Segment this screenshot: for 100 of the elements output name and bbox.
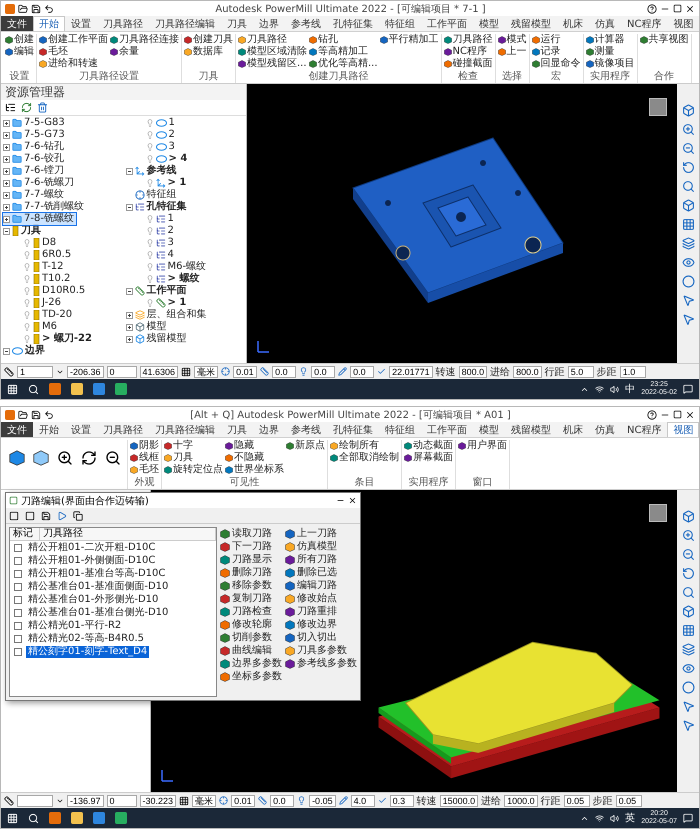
side-button[interactable]: 刀路重排	[285, 605, 357, 618]
search-icon[interactable]	[28, 384, 39, 394]
tree-item[interactable]: 7-6-铰孔	[3, 153, 66, 165]
grid-icon[interactable]	[181, 366, 192, 376]
bulb-icon[interactable]	[23, 275, 31, 283]
side-button[interactable]: 刀路检查	[220, 605, 282, 618]
tree-item[interactable]: 边界	[3, 345, 47, 357]
ribbon-button[interactable]: 十字	[164, 440, 223, 452]
ribbon-button[interactable]: 世界坐标系	[225, 464, 284, 476]
bulb-icon[interactable]	[146, 179, 154, 187]
ribbon-button[interactable]: 创建刀具	[184, 34, 233, 46]
rotate-icon[interactable]	[682, 567, 694, 580]
tree-item[interactable]: 6R0.5	[14, 249, 74, 261]
value-field[interactable]: 0.0	[311, 366, 336, 378]
ribbon-button[interactable]: 余量	[110, 46, 179, 58]
ribbon-tab[interactable]: 机床	[557, 422, 589, 437]
bulb-icon[interactable]	[146, 155, 154, 163]
value-field[interactable]: 1.0	[620, 366, 646, 378]
ribbon-button[interactable]: 旋转定位点	[164, 464, 223, 476]
ribbon-tab[interactable]: 参考线	[285, 16, 327, 31]
ribbon-button[interactable]: 钻孔	[309, 34, 378, 46]
help-icon[interactable]	[647, 410, 657, 420]
value-field[interactable]: 800.0	[513, 366, 542, 378]
tree-item[interactable]: 7-8-铣螺纹	[3, 213, 76, 225]
bulb-icon[interactable]	[23, 251, 31, 259]
tree-item[interactable]: 3	[136, 237, 176, 249]
ribbon-tab[interactable]: 开始	[33, 422, 65, 437]
side-button[interactable]: 删除已选	[285, 566, 357, 579]
pointer-icon[interactable]	[682, 294, 694, 307]
value-field[interactable]: 0.0	[270, 794, 294, 806]
start-icon[interactable]	[7, 384, 18, 394]
expander-icon[interactable]	[126, 312, 132, 318]
bulb-icon[interactable]	[23, 323, 31, 331]
bulb-icon[interactable]	[146, 239, 154, 247]
ribbon-tab[interactable]: 刀具路径	[97, 16, 149, 31]
ribbon-button[interactable]: 平行精加工	[380, 34, 439, 46]
tree-item[interactable]: 1	[136, 213, 176, 225]
list-item[interactable]: 精公基准台01-外形侧光-D10	[26, 594, 160, 606]
dropdown[interactable]: 1	[17, 366, 53, 378]
ribbon-tab[interactable]: 刀具路径编辑	[149, 16, 221, 31]
ribbon-button[interactable]: 镜像项目	[586, 58, 635, 70]
ribbon-tab[interactable]: 设置	[65, 16, 97, 31]
ribbon-button[interactable]: 刀具路径	[238, 34, 307, 46]
tree-item[interactable]: 7-7-螺纹	[3, 189, 66, 201]
expander-icon[interactable]	[3, 348, 10, 354]
ribbon-tab[interactable]: 特征组	[379, 422, 421, 437]
ribbon-tab[interactable]: 工作平面	[421, 422, 473, 437]
ribbon-tab[interactable]: 刀具	[221, 16, 253, 31]
side-button[interactable]: 切削参数	[220, 631, 282, 644]
side-button[interactable]: 切入切出	[285, 631, 357, 644]
bulb-icon[interactable]	[23, 263, 31, 271]
tree-item[interactable]: J-26	[14, 297, 63, 309]
coordinate-field[interactable]: 0	[106, 366, 137, 378]
tree-item[interactable]: 参考线	[126, 165, 178, 177]
zoom-in-icon[interactable]	[57, 450, 73, 466]
side-button[interactable]: 删除刀路	[220, 566, 282, 579]
ribbon-tab[interactable]: 刀具路径	[97, 422, 149, 437]
bulb-icon[interactable]	[146, 119, 154, 127]
cube-icon[interactable]	[682, 510, 694, 523]
ribbon-tab[interactable]: 工作平面	[421, 16, 473, 31]
expander-icon[interactable]	[126, 288, 132, 294]
expander-icon[interactable]	[3, 204, 10, 210]
tree-item[interactable]: 工作平面	[126, 285, 188, 297]
tree-item[interactable]: > 螺纹	[136, 273, 202, 285]
tree-item[interactable]: 层、组合和集	[126, 309, 208, 321]
cube-icon[interactable]	[682, 199, 694, 212]
ribbon-button[interactable]: 线框	[130, 452, 159, 464]
circle-icon[interactable]	[682, 275, 694, 288]
expander-icon[interactable]	[3, 228, 10, 234]
side-button[interactable]: 曲线编辑	[220, 644, 282, 657]
side-button[interactable]: 复制刀路	[220, 592, 282, 605]
ribbon-button[interactable]: 毛坯	[39, 46, 108, 58]
play-icon[interactable]	[57, 510, 67, 520]
tree-item[interactable]: T-12	[14, 261, 66, 273]
ribbon-tab[interactable]: 边界	[253, 422, 285, 437]
search-icon[interactable]	[28, 812, 39, 824]
ribbon-tab[interactable]: 刀具	[221, 422, 253, 437]
ribbon-tab[interactable]: 残留模型	[505, 16, 557, 31]
input-method-indicator[interactable]: 中	[625, 382, 636, 396]
ribbon-button[interactable]: 测量	[586, 46, 635, 58]
bulb-icon[interactable]	[146, 299, 154, 307]
tree-item[interactable]: 1	[136, 117, 177, 129]
ribbon-tab[interactable]: 孔特征集	[327, 422, 379, 437]
ribbon-tab[interactable]: 模型	[473, 16, 505, 31]
undo-icon[interactable]	[44, 4, 54, 14]
list-item[interactable]: 精公刻字01-刻字-Text_D4	[26, 646, 150, 658]
value-field[interactable]: 0.3	[390, 794, 414, 806]
bulb-icon[interactable]	[146, 131, 154, 139]
value-field[interactable]: 0.0	[272, 366, 296, 378]
close-icon[interactable]	[348, 496, 357, 505]
start-icon[interactable]	[7, 812, 18, 824]
expander-icon[interactable]	[3, 180, 10, 186]
checkbox-icon[interactable]	[9, 510, 19, 520]
undo-icon[interactable]	[44, 410, 54, 420]
input-method-indicator[interactable]: 英	[625, 811, 636, 825]
expander-icon[interactable]	[126, 336, 132, 342]
pointer-icon[interactable]	[682, 719, 694, 732]
list-item[interactable]: 精公精光02-等高-B4R0.5	[26, 632, 146, 644]
checkbox[interactable]	[14, 608, 22, 616]
ribbon-tab[interactable]: 文件	[1, 16, 33, 31]
